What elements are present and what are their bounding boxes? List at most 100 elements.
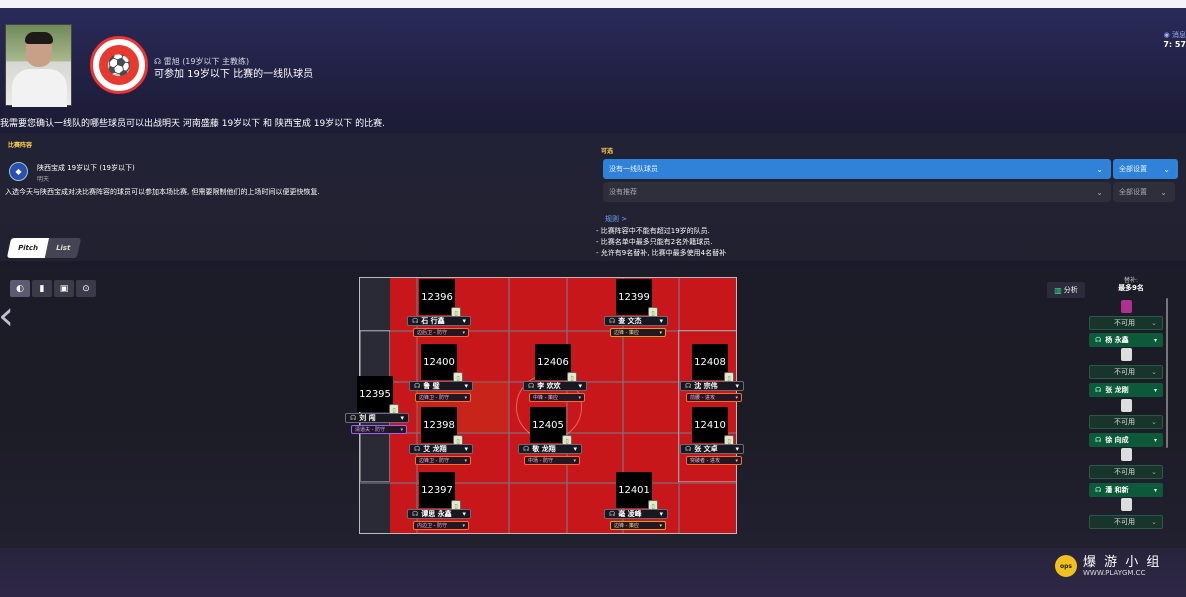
chevron-down-icon: ⌄ — [1151, 368, 1157, 376]
tab-list[interactable]: List — [44, 238, 82, 258]
player-name-text: 艾 龙翔 — [423, 445, 447, 453]
match-squad-label: 比赛阵容 — [8, 142, 33, 149]
circle-icon[interactable]: ⊙ — [76, 280, 96, 297]
player-role[interactable]: 清道夫 - 防守 ▾ — [351, 425, 407, 434]
player-name[interactable]: ☊ 刘 闯 ▾ — [345, 413, 409, 423]
player-role[interactable]: 前腰 - 进攻 ▾ — [686, 393, 742, 402]
caret-down-icon: ▾ — [573, 445, 577, 453]
player-name[interactable]: ☊ 沈 宗伟 ▾ — [680, 381, 744, 391]
player-name[interactable]: ☊ 张 文卓 ▾ — [680, 444, 744, 454]
sub-player-name: 张 龙刚 — [1105, 386, 1129, 394]
person-icon: ☊ — [414, 445, 421, 453]
sub-player-name: 潘 和新 — [1105, 486, 1129, 494]
player-role[interactable]: 边锋 - 策应 ▾ — [610, 328, 666, 337]
top-right-info: ◉ 消息 7: 57 — [1163, 30, 1186, 49]
player-role-text: 边锋 - 策应 — [614, 330, 639, 336]
main-question: 我需要您确认一线队的哪些球员可以出战明天 河南盛藤 19岁以下 和 陕西宝成 1… — [0, 119, 385, 129]
person-icon: ☊ — [523, 445, 530, 453]
sub-shirt-icon — [1121, 448, 1132, 461]
player-role[interactable]: 边锋 - 策应 ▾ — [610, 521, 666, 530]
player-name[interactable]: ☊ 查 文杰 ▾ — [604, 316, 668, 326]
inbox-link[interactable]: ◉ 消息 — [1163, 30, 1186, 40]
card-icon[interactable]: ▣ — [54, 280, 74, 297]
sub-slot-dropdown[interactable]: 不可用 ⌄ — [1089, 316, 1163, 330]
person-icon: ☊ — [609, 317, 616, 325]
player-role-text: 边锋卫 - 防守 — [419, 458, 449, 464]
player-role[interactable]: 中场 - 防守 ▾ — [524, 456, 580, 465]
player-name[interactable]: ☊ 鲁 璧 ▾ — [409, 381, 473, 391]
person-icon: ☊ — [412, 510, 419, 518]
player-id: 12396 — [419, 279, 455, 315]
chevron-down-icon: ⌄ — [1096, 187, 1103, 197]
sub-player[interactable]: ☊ 杨 永鑫 ▾ — [1089, 333, 1163, 347]
person-icon: ☊ — [609, 510, 616, 518]
subs-scrollbar[interactable] — [1166, 298, 1168, 448]
sub-slot-status: 不可用 — [1114, 319, 1135, 327]
game-time: 7: 57 — [1163, 40, 1186, 49]
recommendation-dropdown[interactable]: 没有推荐 ⌄ — [603, 182, 1111, 202]
caret-down-icon: ▾ — [659, 510, 663, 518]
site-watermark: ops 爆 游 小 组 WWW.PLAYGM.CC — [1055, 555, 1161, 577]
player-name[interactable]: ☊ 谭思 永鑫 ▾ — [407, 509, 471, 519]
rule-item: - 比赛阵容中不能有超过19岁的队员. — [596, 227, 710, 235]
player-role[interactable]: 内边卫 - 防守 ▾ — [413, 521, 469, 530]
player-role-text: 中锋 - 策应 — [533, 395, 558, 401]
caret-down-icon: ▾ — [1153, 336, 1157, 344]
player-role[interactable]: 边锋卫 - 防守 ▾ — [415, 393, 471, 402]
player-role[interactable]: 突破者 - 进攻 ▾ — [686, 456, 742, 465]
sub-slot-dropdown[interactable]: 不可用 ⌄ — [1089, 365, 1163, 379]
person-icon: ☊ — [412, 317, 419, 325]
player-name[interactable]: ☊ 艾 龙翔 ▾ — [409, 444, 473, 454]
caret-down-icon: ▾ — [735, 457, 738, 464]
player-name[interactable]: ☊ 毫 凌峰 ▾ — [604, 509, 668, 519]
sub-shirt-icon — [1121, 348, 1132, 361]
player-name[interactable]: ☊ 李 欢欢 ▾ — [523, 381, 587, 391]
player-role-text: 边后卫 - 防守 — [417, 330, 447, 336]
player-id: 12410 — [692, 407, 728, 443]
analysis-button[interactable]: ▥ 分析 — [1047, 282, 1085, 298]
sub-slot-dropdown[interactable]: 不可用 ⌄ — [1089, 465, 1163, 479]
player-role[interactable]: 边锋卫 - 防守 ▾ — [415, 456, 471, 465]
match-squad-panel — [0, 133, 592, 261]
sub-player[interactable]: ☊ 徐 向成 ▾ — [1089, 433, 1163, 447]
opponent-team-name[interactable]: 陕西宝成 19岁以下 (19岁以下) — [37, 163, 135, 173]
view-toggle: Pitch List — [6, 238, 82, 258]
caret-down-icon: ▾ — [462, 522, 465, 529]
rules-link[interactable]: 规则 > — [605, 214, 627, 224]
sub-player[interactable]: ☊ 张 龙刚 ▾ — [1089, 383, 1163, 397]
person-icon: ☊ — [350, 414, 357, 422]
match-date: 明天 — [37, 176, 50, 183]
sub-shirt-icon — [1121, 498, 1132, 511]
player-id: 12395 — [357, 376, 393, 412]
player-role-text: 边锋 - 策应 — [614, 523, 639, 529]
person-icon: ☊ — [1095, 486, 1102, 494]
player-name[interactable]: ☊ 敬 龙翔 ▾ — [518, 444, 582, 454]
sub-slot-status: 不可用 — [1114, 468, 1135, 476]
player-name[interactable]: ☊ 石 行鑫 ▾ — [407, 316, 471, 326]
person-icon: ☊ — [1095, 436, 1102, 444]
sub-player[interactable]: ☊ 潘 和新 ▾ — [1089, 483, 1163, 497]
person-icon: ☊ — [1095, 336, 1102, 344]
set-all-dropdown-1[interactable]: 全部设置 ⌄ — [1113, 159, 1178, 179]
player-role[interactable]: 中锋 - 策应 ▾ — [529, 393, 585, 402]
first-team-dropdown[interactable]: 没有一线队球员 ⌄ — [603, 159, 1111, 179]
set-all-dropdown-2[interactable]: 全部设置 ⌄ — [1113, 182, 1175, 202]
sub-slot-dropdown[interactable]: 不可用 ⌄ — [1089, 415, 1163, 429]
caret-down-icon: ▾ — [400, 414, 404, 422]
bar-chart-icon[interactable]: ▮ — [32, 280, 52, 297]
watermark-url: WWW.PLAYGM.CC — [1083, 568, 1146, 577]
analysis-label: 分析 — [1063, 286, 1078, 294]
player-name-text: 刘 闯 — [359, 414, 376, 422]
chevron-down-icon: ⌄ — [1163, 164, 1170, 174]
caret-down-icon: ▾ — [462, 317, 466, 325]
caret-down-icon: ▾ — [578, 394, 581, 401]
caret-down-icon: ▾ — [659, 317, 663, 325]
rule-item: - 比赛名单中最多只能有2名外籍球员. — [596, 238, 713, 246]
tab-pitch[interactable]: Pitch — [6, 238, 50, 258]
subs-header: 替补: 最多9名 — [1113, 277, 1149, 293]
player-id: 12408 — [692, 344, 728, 380]
sub-slot-dropdown[interactable]: 不可用 ⌄ — [1089, 515, 1163, 529]
chevron-left-icon[interactable]: ‹ — [0, 296, 14, 336]
player-role[interactable]: 边后卫 - 防守 ▾ — [413, 328, 469, 337]
chevron-down-icon: ⌄ — [1151, 319, 1157, 327]
